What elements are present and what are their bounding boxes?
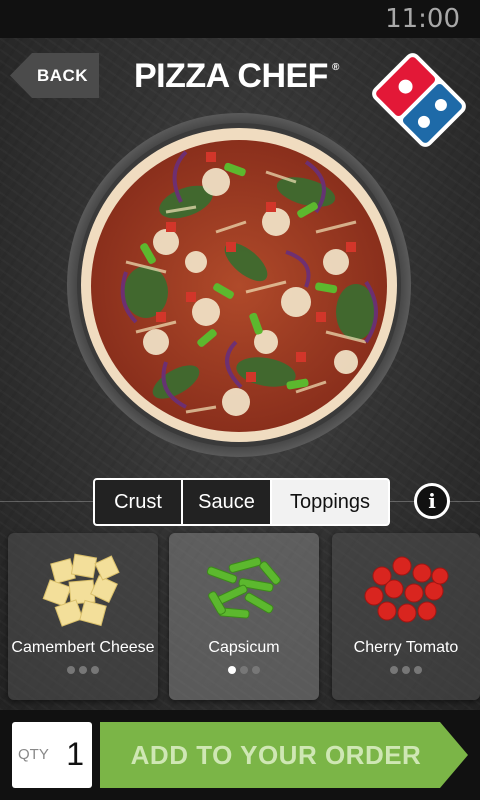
add-to-order-button[interactable]: ADD TO YOUR ORDER: [100, 722, 468, 788]
toppings-carousel: Camembert Cheese Capsicum Cherry Tomato: [0, 533, 480, 701]
status-bar: 11:00: [0, 0, 480, 38]
pizza-chef-logo: PIZZA CHEF ®: [134, 56, 339, 96]
portion-dot: [67, 666, 75, 674]
status-time: 11:00: [385, 4, 460, 34]
portion-dot: [228, 666, 236, 674]
topping-card-camembert[interactable]: Camembert Cheese: [8, 533, 158, 700]
portion-dot: [91, 666, 99, 674]
order-footer: QTY 1 ADD TO YOUR ORDER: [0, 710, 480, 800]
logo-text: PIZZA CHEF: [134, 56, 328, 95]
back-button-label: BACK: [36, 65, 89, 85]
tab-crust[interactable]: Crust: [95, 480, 183, 524]
cherry-tomato-icon: [364, 556, 449, 623]
quantity-field[interactable]: QTY 1: [12, 722, 92, 788]
portion-dot: [402, 666, 410, 674]
portion-dot: [240, 666, 248, 674]
tab-sauce[interactable]: Sauce: [183, 480, 272, 524]
portion-dot: [390, 666, 398, 674]
portion-dot: [414, 666, 422, 674]
topping-card-capsicum[interactable]: Capsicum: [169, 533, 319, 700]
topping-label: Cherry Tomato: [353, 639, 459, 656]
info-button[interactable]: i: [414, 483, 450, 519]
qty-label: QTY: [18, 746, 49, 763]
portion-dots: [332, 666, 480, 674]
builder-tabs: Crust Sauce Toppings: [93, 478, 390, 526]
add-to-order-label: ADD TO YOUR ORDER: [130, 739, 422, 770]
topping-label: Camembert Cheese: [11, 639, 155, 656]
camembert-cheese-icon: [42, 553, 120, 627]
topping-label: Capsicum: [208, 639, 280, 656]
portion-dots: [169, 666, 319, 674]
info-icon: i: [428, 489, 436, 513]
topping-card-cherry-tomato[interactable]: Cherry Tomato: [332, 533, 480, 700]
tab-toppings[interactable]: Toppings: [272, 480, 388, 524]
portion-dot: [79, 666, 87, 674]
dominos-logo-icon: [372, 53, 466, 147]
portion-dots: [8, 666, 158, 674]
qty-value: 1: [66, 736, 84, 772]
capsicum-icon: [206, 557, 281, 619]
portion-dot: [252, 666, 260, 674]
pizza-preview: [67, 113, 411, 457]
logo-registered-mark: ®: [331, 61, 339, 73]
